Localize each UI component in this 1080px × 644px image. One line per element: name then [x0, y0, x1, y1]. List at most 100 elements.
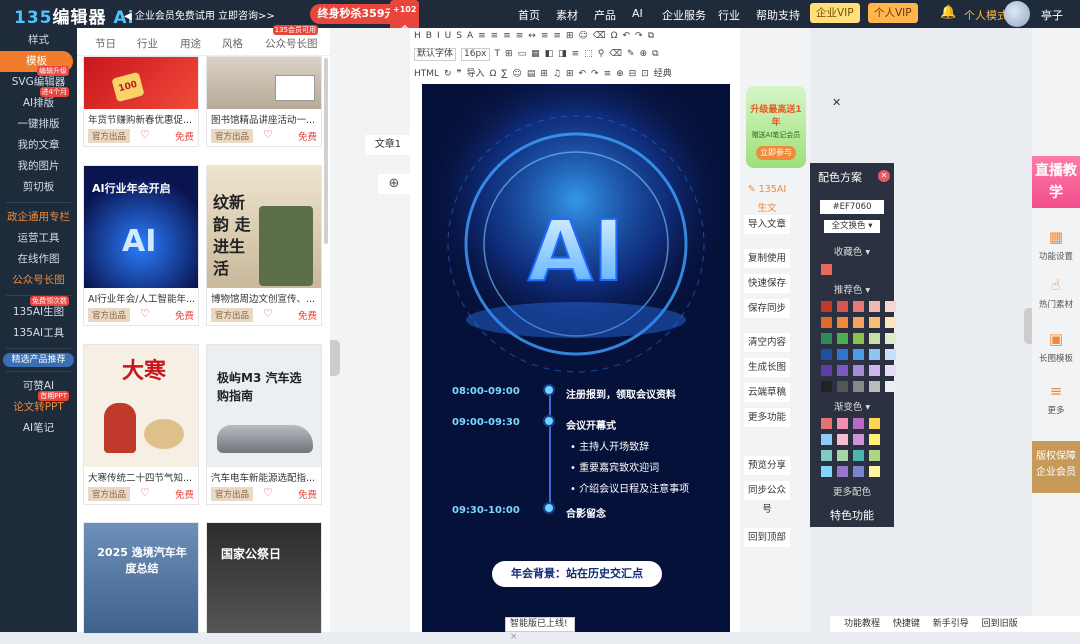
- sidebar-item-gov[interactable]: 政企通用专栏: [0, 207, 77, 228]
- smart-version-notice[interactable]: 智能版已上线! ×: [505, 617, 575, 642]
- grid-icon[interactable]: ⊞: [566, 69, 574, 79]
- nav-home[interactable]: 首页: [518, 7, 540, 23]
- collected-colors-label[interactable]: 收藏色 ▾: [810, 244, 894, 258]
- color-swatch[interactable]: [821, 333, 832, 344]
- quote-icon[interactable]: ❞: [457, 69, 462, 79]
- bell-icon[interactable]: 🔔: [940, 5, 956, 20]
- template-card[interactable]: 大寒 大寒传统二十四节气知... 官方出品 ♡ 免费: [83, 344, 199, 505]
- align-icon[interactable]: ≡: [604, 69, 612, 79]
- color-swatch[interactable]: [869, 301, 880, 312]
- color-swatch[interactable]: [869, 333, 880, 344]
- underline-icon[interactable]: U: [445, 31, 452, 41]
- color-swatch[interactable]: [853, 381, 864, 392]
- sidebar-item-online-drawing[interactable]: 在线作图: [0, 249, 77, 270]
- border-icon[interactable]: ⬚: [584, 49, 593, 59]
- emoji-icon[interactable]: ☺: [578, 31, 587, 41]
- enterprise-vip-button[interactable]: 企业VIP: [810, 3, 860, 23]
- template-card[interactable]: 100 年货节赚购新春优惠促... 官方出品 ♡ 免费: [83, 56, 199, 147]
- color-swatch[interactable]: [837, 466, 848, 477]
- sidebar-item-styles[interactable]: 样式: [0, 30, 77, 51]
- indent-icon[interactable]: ↔: [528, 31, 536, 41]
- italic-icon[interactable]: I: [437, 31, 440, 41]
- heart-icon[interactable]: ♡: [263, 128, 273, 141]
- html-icon[interactable]: HTML: [414, 69, 439, 79]
- heart-icon[interactable]: ♡: [140, 128, 150, 141]
- enterprise-promo-link[interactable]: ◀ 企业会员免费试用 立即咨询>>: [124, 7, 275, 22]
- color-swatch[interactable]: [885, 301, 896, 312]
- color-swatch[interactable]: [837, 365, 848, 376]
- grid-icon[interactable]: ⊞: [505, 49, 513, 59]
- close-icon[interactable]: ×: [510, 632, 518, 642]
- sidebar-item-paper-ppt[interactable]: 论文转PPT 首期PPT: [0, 391, 77, 418]
- tab-usage[interactable]: 用途: [180, 36, 201, 51]
- layout-left-icon[interactable]: ◧: [545, 49, 554, 59]
- template-card[interactable]: 极屿M3 汽车选购指南 汽车电车新能源选配指... 官方出品 ♡ 免费: [206, 344, 322, 505]
- redo-icon[interactable]: ↷: [635, 31, 643, 41]
- sync-official-account-button[interactable]: 同步公众号: [744, 481, 790, 515]
- more[interactable]: ≡ 更多: [1032, 382, 1080, 416]
- collapse-handle[interactable]: [330, 340, 340, 376]
- color-swatch[interactable]: [821, 365, 832, 376]
- personal-mode[interactable]: 个人模式: [964, 7, 1008, 23]
- color-swatch[interactable]: [869, 418, 880, 429]
- minus-icon[interactable]: ⊟: [629, 69, 637, 79]
- ad-button[interactable]: 立即参与: [756, 146, 796, 160]
- color-swatch[interactable]: [869, 349, 880, 360]
- nav-enterprise[interactable]: 企业服务: [662, 7, 706, 23]
- avatar[interactable]: [1004, 1, 1030, 27]
- color-swatch[interactable]: [853, 418, 864, 429]
- heart-icon[interactable]: ♡: [140, 307, 150, 320]
- product-recommend-banner[interactable]: 精选产品推荐: [3, 353, 74, 367]
- heart-icon[interactable]: ♡: [140, 486, 150, 499]
- color-swatch[interactable]: [853, 466, 864, 477]
- sidebar-item-my-articles[interactable]: 我的文章: [0, 135, 77, 156]
- tab-festival[interactable]: 节日: [95, 36, 116, 51]
- color-swatch[interactable]: [853, 349, 864, 360]
- color-swatch[interactable]: [837, 333, 848, 344]
- poster-canvas[interactable]: AI 08:00-09:00 注册报到，领取会议资料 09:00-09:30 会…: [422, 84, 730, 632]
- color-swatch[interactable]: [837, 301, 848, 312]
- add-article-icon[interactable]: ⊕: [378, 174, 410, 194]
- table-icon[interactable]: ⊞: [540, 69, 548, 79]
- list-icon[interactable]: ≡: [541, 31, 549, 41]
- color-swatch[interactable]: [821, 450, 832, 461]
- undo-icon[interactable]: ↶: [623, 31, 631, 41]
- color-swatch[interactable]: [885, 381, 896, 392]
- font-family-select[interactable]: 默认字体: [414, 48, 457, 61]
- align-left-icon[interactable]: ≡: [478, 31, 486, 41]
- align-center-icon[interactable]: ≡: [491, 31, 499, 41]
- heart-icon[interactable]: ♡: [263, 307, 273, 320]
- article-tab[interactable]: 文章1: [365, 135, 411, 155]
- template-card[interactable]: 图书馆精品讲座活动一... 官方出品 ♡ 免费: [206, 56, 322, 147]
- formula-icon[interactable]: ∑: [501, 69, 507, 79]
- heading-icon[interactable]: H: [414, 31, 421, 41]
- help-item[interactable]: 新手引导: [933, 619, 969, 629]
- nav-industry[interactable]: 行业: [718, 7, 740, 23]
- heart-icon[interactable]: ♡: [263, 486, 273, 499]
- font-size-select[interactable]: 16px: [461, 48, 490, 61]
- more-functions-button[interactable]: 更多功能: [744, 408, 790, 427]
- color-swatch[interactable]: [853, 333, 864, 344]
- tab-long-image[interactable]: 公众号长图: [265, 36, 318, 51]
- username[interactable]: 亭子: [1041, 7, 1063, 23]
- live-teaching-banner[interactable]: 直播教学: [1032, 156, 1080, 208]
- color-swatch[interactable]: [837, 450, 848, 461]
- color-swatch[interactable]: [853, 365, 864, 376]
- color-swatch[interactable]: [869, 381, 880, 392]
- refresh-icon[interactable]: ↻: [444, 69, 452, 79]
- cloud-draft-button[interactable]: 云端草稿: [744, 383, 790, 402]
- align-right-icon[interactable]: ≡: [503, 31, 511, 41]
- color-swatch[interactable]: [821, 381, 832, 392]
- undo-icon[interactable]: ↶: [579, 69, 587, 79]
- line-height-icon[interactable]: ≡: [572, 49, 580, 59]
- eraser-icon[interactable]: ⌫: [593, 31, 606, 41]
- generate-long-image-button[interactable]: 生成长图: [744, 358, 790, 377]
- align-justify-icon[interactable]: ≡: [516, 31, 524, 41]
- back-to-top-button[interactable]: 回到顶部: [744, 528, 790, 547]
- color-swatch[interactable]: [869, 317, 880, 328]
- insert-icon[interactable]: ⊕: [640, 49, 648, 59]
- import-article-button[interactable]: 导入文章: [744, 215, 790, 234]
- color-swatch[interactable]: [869, 450, 880, 461]
- frame-icon[interactable]: ⊡: [641, 69, 649, 79]
- sidebar-item-ai-layout[interactable]: AI排版 进4个月: [0, 87, 77, 114]
